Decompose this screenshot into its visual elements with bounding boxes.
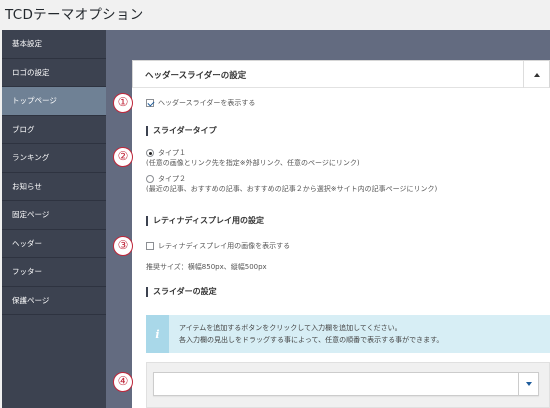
sidebar-item-basic[interactable]: 基本設定: [2, 30, 106, 59]
info-text-line-1: アイテムを追加するボタンをクリックして入力欄を追加してください。: [179, 324, 402, 332]
slider-type-1-desc: (任意の画像とリンク先を指定※外部リンク、任意のページにリンク): [146, 159, 360, 167]
sidebar-item-footer[interactable]: フッター: [2, 258, 106, 287]
slider-item-repeater: [146, 362, 550, 408]
retina-checkbox[interactable]: [146, 242, 154, 250]
slider-type-2-desc: (最近の記事、おすすめの記事、おすすめの記事２から選択※サイト内の記事ページにリ…: [146, 185, 438, 193]
recommended-size-note: 推奨サイズ：横幅850px、縦幅500px: [146, 263, 267, 271]
show-slider-label: ヘッダースライダーを表示する: [158, 99, 256, 107]
sidebar-item-news[interactable]: お知らせ: [2, 173, 106, 201]
sidebar-item-protected-page[interactable]: 保護ページ: [2, 287, 106, 315]
panel-title: ヘッダースライダーの設定: [145, 71, 247, 81]
annotation-marker-3: ③: [113, 236, 133, 256]
info-text-line-2: 各入力欄の見出しをドラッグする事によって、任意の順番で表示する事ができます。: [179, 336, 444, 344]
panel-collapse-toggle[interactable]: [523, 61, 549, 88]
sidebar-item-blog[interactable]: ブログ: [2, 116, 106, 144]
slider-type-1-radio[interactable]: [146, 149, 154, 157]
slider-settings-heading: スライダーの設定: [146, 287, 217, 297]
sidebar-item-header[interactable]: ヘッダー: [2, 230, 106, 258]
annotation-marker-2: ②: [113, 147, 133, 167]
slider-settings-panel: ヘッダースライダーの設定: [132, 60, 550, 408]
slider-type-1-label: タイプ１: [158, 149, 186, 157]
sidebar-item-logo[interactable]: ロゴの設定: [2, 59, 106, 87]
sidebar-item-fixed-page[interactable]: 固定ページ: [2, 201, 106, 230]
slider-type-heading: スライダータイプ: [146, 126, 217, 136]
retina-label: レティナディスプレイ用の画像を表示する: [158, 242, 291, 250]
slider-item-header[interactable]: [153, 372, 539, 396]
info-icon: i: [146, 315, 169, 353]
show-slider-checkbox[interactable]: [146, 99, 154, 107]
slider-type-2-label: タイプ２: [158, 175, 186, 183]
slider-type-2-option: タイプ２: [146, 174, 186, 184]
retina-option: レティナディスプレイ用の画像を表示する: [146, 241, 290, 251]
info-box: i アイテムを追加するボタンをクリックして入力欄を追加してください。 各入力欄の…: [146, 315, 550, 353]
annotation-marker-1: ①: [113, 93, 133, 113]
show-slider-option: ヘッダースライダーを表示する: [146, 98, 255, 108]
slider-item-toggle[interactable]: [518, 373, 538, 395]
chevron-down-icon: [525, 382, 532, 386]
page-title: TCDテーマオプション: [5, 7, 144, 23]
slider-type-1-option: タイプ１: [146, 148, 186, 158]
chevron-up-icon: [533, 72, 540, 77]
annotation-marker-4: ④: [113, 372, 133, 392]
panel-header[interactable]: ヘッダースライダーの設定: [132, 60, 550, 88]
slider-type-2-radio[interactable]: [146, 175, 154, 183]
sidebar: 基本設定 ロゴの設定 トップページ ブログ ランキング お知らせ 固定ページ ヘ…: [2, 30, 106, 408]
retina-heading: レティナディスプレイ用の設定: [146, 216, 264, 226]
sidebar-item-top-page[interactable]: トップページ: [2, 87, 106, 116]
sidebar-item-ranking[interactable]: ランキング: [2, 144, 106, 173]
